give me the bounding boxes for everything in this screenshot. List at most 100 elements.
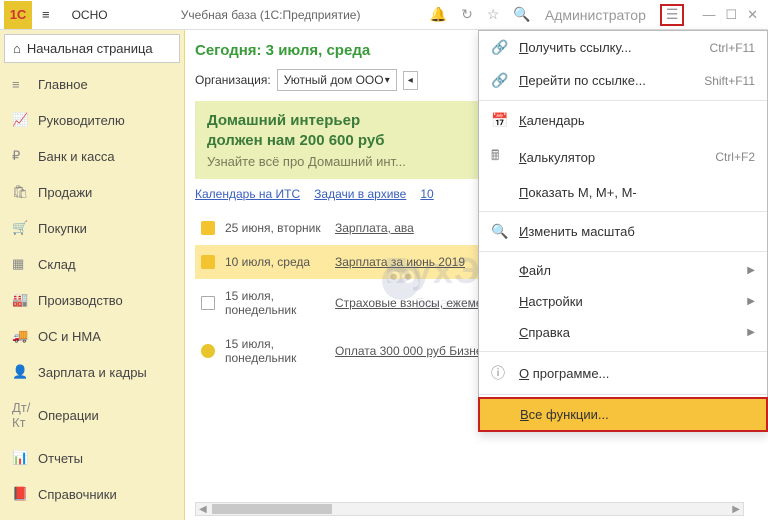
sidebar-item-icon: ▦ (12, 256, 28, 272)
sidebar-item-label: Руководителю (38, 113, 125, 128)
sidebar-item[interactable]: ≡Главное (0, 67, 184, 102)
task-date: 15 июля, понедельник (225, 337, 325, 365)
sidebar-item[interactable]: 📊 Отчеты (0, 440, 184, 476)
maximize-icon[interactable]: ☐ (725, 7, 737, 23)
menu-item[interactable]: 📅Календарь (479, 104, 767, 137)
menu-item[interactable]: Файл ▶ (479, 255, 767, 286)
menu-item-label: О программе... (519, 366, 755, 381)
sidebar-item[interactable]: 📈Руководителю (0, 102, 184, 138)
mode-label: ОСНО (60, 8, 120, 22)
sidebar-item-label: ОС и НМА (38, 329, 101, 344)
sidebar-item-icon: 🛒 (12, 220, 28, 236)
sidebar-item-label: Продажи (38, 185, 92, 200)
user-label[interactable]: Администратор (545, 7, 646, 23)
title-bar: 1C ≡ ОСНО Учебная база (1С:Предприятие) … (0, 0, 768, 30)
menu-item-icon: 🔍 (491, 223, 507, 240)
task-date: 25 июня, вторник (225, 221, 325, 235)
app-logo-icon: 1C (4, 1, 32, 29)
sidebar-item[interactable]: 🏭Производство (0, 282, 184, 318)
sidebar-item-label: Операции (38, 408, 99, 423)
menu-item-shortcut: Ctrl+F2 (715, 150, 755, 164)
start-page-tab[interactable]: ⌂ Начальная страница (4, 34, 180, 63)
sidebar-item-icon: 📕 (12, 486, 28, 502)
menu-item[interactable]: 🔍 Изменить масштаб (479, 215, 767, 248)
bell-icon[interactable]: 🔔 (430, 6, 447, 23)
menu-item[interactable]: ⓘ О программе... (479, 355, 767, 391)
submenu-arrow-icon: ▶ (747, 296, 755, 307)
sidebar-item-icon: 👤 (12, 364, 28, 380)
menu-item[interactable]: 🔗Получить ссылку...Ctrl+F11 (479, 31, 767, 64)
organization-label: Организация: (195, 73, 271, 87)
menu-item-label: Все функции... (520, 407, 754, 422)
close-icon[interactable]: ✕ (747, 7, 758, 23)
sidebar-item-icon: 🏭 (12, 292, 28, 308)
submenu-arrow-icon: ▶ (747, 265, 755, 276)
menu-item-label: Показать M, M+, M- (519, 185, 755, 200)
sidebar-item[interactable]: 🚚ОС и НМА (0, 318, 184, 354)
star-icon[interactable]: ☆ (487, 6, 500, 23)
service-menu-button[interactable]: ☰ (660, 4, 685, 26)
search-icon[interactable]: 🔍 (513, 6, 530, 23)
organization-select[interactable]: Уютный дом ООО ▾ (277, 69, 397, 91)
sidebar-item-icon: ₽ (12, 148, 28, 164)
task-date: 10 июля, среда (225, 255, 325, 269)
service-dropdown-menu: 🔗Получить ссылку...Ctrl+F11🔗Перейти по с… (478, 30, 768, 432)
organization-nav-button[interactable]: ◂ (403, 71, 418, 90)
sidebar-item-icon: 📊 (12, 450, 28, 466)
sidebar-item[interactable]: 🛍Продажи (0, 174, 184, 210)
link-its-calendar[interactable]: Календарь на ИТС (195, 187, 300, 201)
menu-separator (479, 351, 767, 352)
menu-item[interactable]: 🖩 Калькулятор Ctrl+F2 (479, 137, 767, 177)
task-date: 15 июля, понедельник (225, 289, 325, 317)
history-icon[interactable]: ↻ (461, 6, 473, 23)
sidebar-item-icon: ≡ (12, 77, 28, 92)
sidebar-item[interactable]: Дт/Кт Операции (0, 390, 184, 440)
menu-item-icon: ⓘ (491, 363, 507, 383)
sidebar-item[interactable]: ▦ Склад (0, 246, 184, 282)
sidebar-item-icon: Дт/Кт (12, 400, 28, 430)
sidebar-item[interactable]: 👤 Зарплата и кадры (0, 354, 184, 390)
menu-item[interactable]: Показать M, M+, M- (479, 177, 767, 208)
task-link[interactable]: Зарплата, ава (335, 221, 414, 235)
sidebar: ⌂ Начальная страница ≡Главное📈Руководите… (0, 30, 185, 520)
menu-item-label: Получить ссылку... (519, 40, 698, 55)
link-archive-count[interactable]: 10 (420, 187, 433, 201)
minimize-icon[interactable]: — (702, 7, 715, 23)
menu-item-label: Настройки (519, 294, 735, 309)
sidebar-item[interactable]: 🛒Покупки (0, 210, 184, 246)
task-link[interactable]: Зарплата за июнь 2019 (335, 255, 465, 269)
scroll-right-icon[interactable]: ▶ (729, 504, 743, 515)
sidebar-item-label: Отчеты (38, 451, 83, 466)
menu-item-label: Калькулятор (519, 150, 703, 165)
scrollbar-thumb[interactable] (212, 504, 332, 514)
window-title: Учебная база (1С:Предприятие) (120, 8, 422, 22)
window-controls: — ☐ ✕ (692, 7, 768, 23)
menu-item-label: Изменить масштаб (519, 224, 755, 239)
menu-item[interactable]: Все функции... (478, 397, 768, 432)
task-status-icon (201, 221, 215, 235)
menu-item[interactable]: Справка▶ (479, 317, 767, 348)
sidebar-item[interactable]: ₽Банк и касса (0, 138, 184, 174)
sidebar-item-label: Справочники (38, 487, 117, 502)
menu-separator (479, 394, 767, 395)
menu-item-icon: 🖩 (491, 145, 507, 169)
menu-item-shortcut: Ctrl+F11 (710, 41, 755, 55)
menu-item-label: Календарь (519, 113, 755, 128)
menu-item[interactable]: Настройки ▶ (479, 286, 767, 317)
title-toolbar: 🔔 ↻ ☆ 🔍 Администратор ☰ (422, 4, 693, 26)
horizontal-scrollbar[interactable]: ◀ ▶ (195, 502, 744, 516)
menu-item-shortcut: Shift+F11 (704, 74, 755, 88)
start-page-label: Начальная страница (27, 41, 153, 56)
sidebar-item-label: Зарплата и кадры (38, 365, 147, 380)
menu-separator (479, 211, 767, 212)
chevron-down-icon: ▾ (385, 75, 390, 86)
link-archive-tasks[interactable]: Задачи в архиве (314, 187, 406, 201)
sidebar-item[interactable]: ⚙Администрирование (0, 512, 184, 520)
menu-separator (479, 251, 767, 252)
menu-item[interactable]: 🔗Перейти по ссылке...Shift+F11 (479, 64, 767, 97)
sidebar-item[interactable]: 📕 Справочники (0, 476, 184, 512)
sidebar-item-label: Склад (38, 257, 76, 272)
scroll-left-icon[interactable]: ◀ (196, 504, 210, 515)
main-menu-icon[interactable]: ≡ (32, 7, 60, 22)
menu-item-label: Файл (519, 263, 735, 278)
